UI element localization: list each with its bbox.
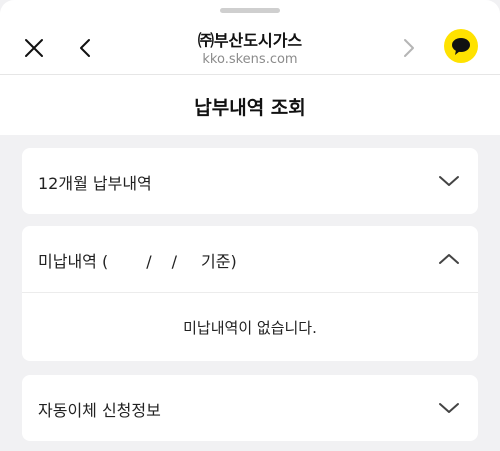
site-title: ㈜부산도시가스 xyxy=(197,31,303,50)
drag-handle[interactable] xyxy=(220,8,280,13)
chevron-up-icon[interactable] xyxy=(438,250,460,268)
date-separator: / xyxy=(146,252,152,271)
date-separator: / xyxy=(171,252,177,271)
chevron-down-icon[interactable] xyxy=(438,399,460,417)
autopay-section-label: 자동이체 신청정보 xyxy=(38,401,161,420)
unpaid-section: 미납내역 ( / / 기준) 미납내역이 없습니다. xyxy=(22,226,478,361)
webview-sheet: ㈜부산도시가스 kko.skens.com 납부내역 조회 12개월 납부내역 xyxy=(0,0,500,451)
kakaotalk-icon[interactable] xyxy=(444,29,478,63)
history-section[interactable]: 12개월 납부내역 xyxy=(22,148,478,214)
history-section-header[interactable]: 12개월 납부내역 xyxy=(22,148,478,214)
unpaid-label-suffix: 기준) xyxy=(201,252,237,271)
history-section-label: 12개월 납부내역 xyxy=(38,174,152,193)
chevron-down-icon[interactable] xyxy=(438,172,460,190)
empty-message: 미납내역이 없습니다. xyxy=(183,319,317,337)
browser-toolbar: ㈜부산도시가스 kko.skens.com xyxy=(0,0,500,75)
page-title: 납부내역 조회 xyxy=(194,97,306,119)
autopay-section[interactable]: 자동이체 신청정보 xyxy=(22,375,478,441)
autopay-section-header[interactable]: 자동이체 신청정보 xyxy=(22,375,478,441)
page-header: 납부내역 조회 xyxy=(0,75,500,135)
unpaid-section-label: 미납내역 ( / / 기준) xyxy=(38,248,237,272)
unpaid-section-header[interactable]: 미납내역 ( / / 기준) xyxy=(22,226,478,292)
site-url: kko.skens.com xyxy=(202,52,298,67)
unpaid-label-prefix: 미납내역 ( xyxy=(38,252,109,271)
chevron-right-icon[interactable] xyxy=(394,34,422,62)
